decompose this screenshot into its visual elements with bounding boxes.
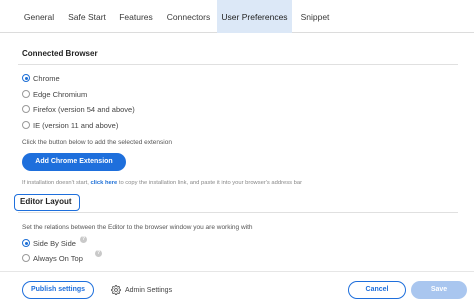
browser-option-ie[interactable]: IE (version 11 and above): [22, 119, 118, 131]
tab-user-preferences[interactable]: User Preferences: [217, 0, 292, 33]
layout-option-always-on-top[interactable]: Always On Top: [22, 252, 83, 264]
radio-button-checked[interactable]: [22, 74, 30, 82]
add-chrome-extension-button[interactable]: Add Chrome Extension: [22, 153, 126, 171]
cancel-button[interactable]: Cancel: [348, 281, 406, 299]
help-icon[interactable]: ?: [80, 236, 87, 243]
tab-features[interactable]: Features: [113, 0, 159, 33]
browser-option-firefox[interactable]: Firefox (version 54 and above): [22, 103, 135, 115]
layout-option-label: Side By Side: [33, 238, 76, 248]
browser-option-label: Edge Chromium: [33, 89, 88, 99]
save-button[interactable]: Save: [411, 281, 467, 299]
tab-connectors[interactable]: Connectors: [161, 0, 216, 33]
radio-button[interactable]: [22, 121, 30, 129]
browser-option-label: IE (version 11 and above): [33, 120, 119, 130]
browser-option-label: Chrome: [33, 73, 60, 83]
browser-option-edge[interactable]: Edge Chromium: [22, 88, 87, 100]
admin-settings-button[interactable]: Admin Settings: [111, 283, 172, 297]
footer-divider: [0, 271, 474, 272]
radio-button[interactable]: [22, 105, 30, 113]
layout-option-label: Always On Top: [33, 253, 83, 263]
install-hint-suffix: to copy the installation link, and paste…: [118, 180, 303, 186]
tab-bar: General Safe Start Features Connectors U…: [0, 0, 474, 33]
admin-settings-label: Admin Settings: [125, 286, 173, 294]
install-hint-prefix: If installation doesn't start,: [22, 180, 89, 186]
section-divider: [18, 212, 458, 213]
tab-snippet[interactable]: Snippet: [295, 0, 335, 33]
gear-icon: [111, 285, 121, 295]
help-icon[interactable]: ?: [95, 250, 102, 257]
radio-button[interactable]: [22, 254, 30, 262]
connected-browser-title: Connected Browser: [22, 49, 98, 58]
section-divider: [18, 64, 458, 65]
browser-option-chrome[interactable]: Chrome: [22, 72, 60, 84]
browser-option-label: Firefox (version 54 and above): [33, 104, 135, 114]
radio-button-checked[interactable]: [22, 239, 30, 247]
editor-layout-title: Editor Layout: [14, 194, 80, 211]
editor-layout-description: Set the relations between the Editor to …: [22, 224, 253, 231]
tab-general[interactable]: General: [15, 0, 63, 33]
tab-safe-start[interactable]: Safe Start: [63, 0, 111, 33]
radio-button[interactable]: [22, 90, 30, 98]
install-hint: If installation doesn't start, click her…: [22, 180, 302, 186]
layout-option-side-by-side[interactable]: Side By Side: [22, 237, 76, 249]
extension-instruction: Click the button below to add the select…: [22, 139, 172, 146]
publish-settings-button[interactable]: Publish settings: [22, 281, 94, 299]
click-here-link[interactable]: click here: [90, 180, 117, 186]
